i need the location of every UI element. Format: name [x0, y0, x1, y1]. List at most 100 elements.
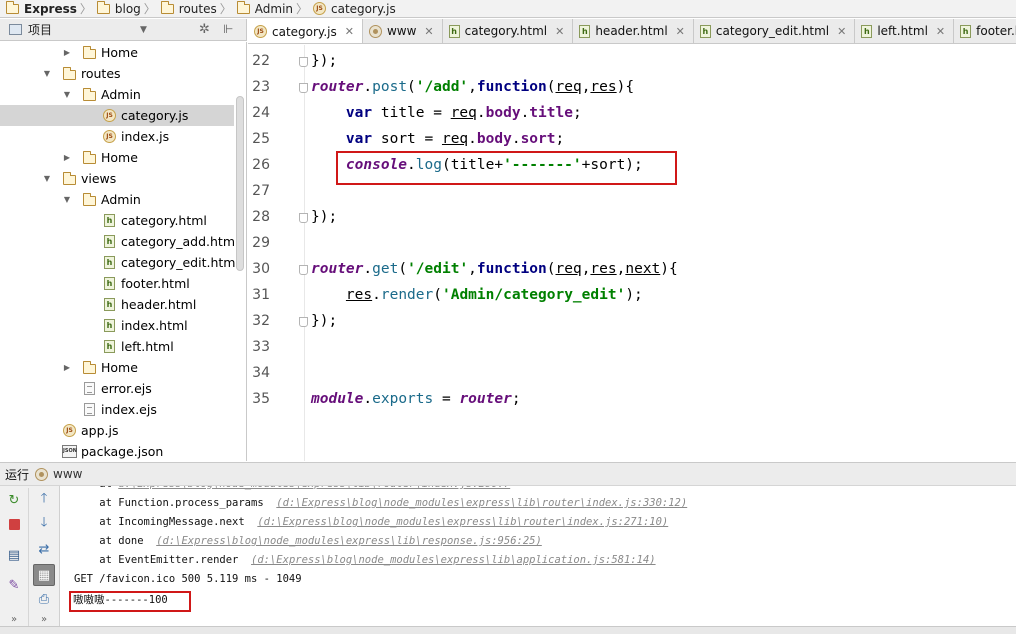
- node-file-icon: [368, 24, 382, 38]
- close-icon[interactable]: ✕: [837, 25, 846, 38]
- tree-item[interactable]: h category_add.html: [0, 231, 238, 252]
- tree-item[interactable]: ▶ Home: [0, 357, 234, 378]
- tree-item-selected[interactable]: JS category.js: [0, 105, 234, 126]
- breadcrumb-item-routes[interactable]: routes: [155, 0, 217, 17]
- console-file-link[interactable]: (d:\Express\blog\node_modules\express\li…: [156, 535, 542, 547]
- line-number: 29: [252, 235, 270, 251]
- close-icon[interactable]: ✕: [345, 25, 354, 38]
- tree-scrollbar[interactable]: [236, 96, 244, 271]
- code-line[interactable]: 31 res.render('Admin/category_edit');: [248, 283, 1016, 309]
- tab-category-edit-html[interactable]: h category_edit.html ✕: [694, 19, 856, 43]
- run-config[interactable]: www: [35, 467, 82, 481]
- tab-footer-html[interactable]: h footer.ht: [954, 19, 1016, 43]
- stop-icon[interactable]: [5, 515, 23, 533]
- tree-item[interactable]: h footer.html: [0, 273, 234, 294]
- code-line[interactable]: 29: [248, 231, 1016, 257]
- breadcrumb-label: blog: [114, 1, 141, 16]
- tree-item[interactable]: JS app.js: [0, 420, 234, 441]
- tree-item[interactable]: h left.html: [0, 336, 234, 357]
- run-panel-label: 运行: [5, 467, 30, 482]
- hide-panel-icon[interactable]: ⊩: [223, 22, 233, 36]
- expanded-arrow-icon[interactable]: ▼: [62, 84, 72, 105]
- tree-item[interactable]: h index.html: [0, 315, 234, 336]
- close-icon[interactable]: ✕: [936, 25, 945, 38]
- editor-tabs: JS category.js ✕ www ✕ h category.html ✕…: [248, 19, 1016, 44]
- project-panel-label[interactable]: 项目: [28, 21, 52, 38]
- code-line[interactable]: 34: [248, 361, 1016, 387]
- tree-item[interactable]: index.ejs: [0, 399, 234, 420]
- expanded-arrow-icon[interactable]: ▼: [62, 189, 72, 210]
- arrow-up-icon[interactable]: 🡑: [35, 491, 53, 509]
- fold-marker-icon[interactable]: [299, 83, 308, 93]
- tab-label: footer.ht: [976, 24, 1016, 38]
- breadcrumb-item-admin[interactable]: Admin: [231, 0, 293, 17]
- tab-www[interactable]: www ✕: [363, 19, 443, 43]
- tree-item[interactable]: h header.html: [0, 294, 234, 315]
- tree-item[interactable]: ▶ Home: [0, 147, 234, 168]
- code-line[interactable]: 30 router.get('/edit',function(req,res,ne…: [248, 257, 1016, 283]
- folder-icon: [236, 0, 250, 14]
- tree-item[interactable]: ▼ views: [0, 168, 234, 189]
- close-icon[interactable]: ✕: [676, 25, 685, 38]
- arrow-down-icon[interactable]: 🡓: [35, 515, 53, 533]
- tab-left-html[interactable]: h left.html ✕: [855, 19, 955, 43]
- code-line[interactable]: 24 var title = req.body.title;: [248, 101, 1016, 127]
- tab-category-html[interactable]: h category.html ✕: [443, 19, 574, 43]
- fold-marker-icon[interactable]: [299, 265, 308, 275]
- tree-item[interactable]: JSON package.json: [0, 441, 234, 461]
- console-output[interactable]: at d:\Express\blog\node_modules\express\…: [60, 486, 1016, 634]
- tree-item[interactable]: ▼ routes: [0, 63, 234, 84]
- tree-item[interactable]: h category_edit.html: [0, 252, 239, 273]
- tab-label: www: [386, 24, 417, 38]
- close-icon[interactable]: ✕: [555, 25, 564, 38]
- code-line[interactable]: 23 router.post('/add',function(req,res){: [248, 75, 1016, 101]
- ejs-file-icon: [84, 403, 95, 416]
- tree-item[interactable]: error.ejs: [0, 378, 234, 399]
- breadcrumb-item-blog[interactable]: blog: [91, 0, 141, 17]
- code-line[interactable]: 35 module.exports = router;: [248, 387, 1016, 413]
- code-editor[interactable]: 22}); 23 router.post('/add',function(req,r…: [248, 45, 1016, 461]
- tree-item[interactable]: ▼ Admin: [0, 84, 234, 105]
- line-number: 34: [252, 365, 270, 381]
- html-file-icon: h: [861, 24, 873, 38]
- tree-item-label: category.js: [121, 108, 189, 123]
- tree-item[interactable]: ▼ Admin: [0, 189, 234, 210]
- code-line[interactable]: 28});: [248, 205, 1016, 231]
- fold-marker-icon[interactable]: [299, 57, 308, 67]
- js-file-icon: JS: [63, 424, 76, 437]
- tree-item[interactable]: h category.html: [0, 210, 234, 231]
- collapsed-arrow-icon[interactable]: ▶: [62, 357, 72, 378]
- print-icon[interactable]: ⎙: [35, 590, 53, 608]
- console-file-link[interactable]: (d:\Express\blog\node_modules\express\li…: [276, 497, 687, 509]
- breadcrumb-item-express[interactable]: Express: [0, 0, 77, 17]
- code-text: });: [311, 53, 338, 69]
- code-line[interactable]: 32});: [248, 309, 1016, 335]
- breadcrumb-item-category-js[interactable]: JS category.js: [307, 0, 396, 17]
- soft-wrap-icon[interactable]: ⇄: [35, 540, 53, 558]
- gear-icon[interactable]: ✲: [199, 22, 210, 37]
- expanded-arrow-icon[interactable]: ▼: [42, 63, 52, 84]
- tab-category-js[interactable]: JS category.js ✕: [248, 19, 363, 43]
- console-file-link[interactable]: (d:\Express\blog\node_modules\express\li…: [251, 554, 656, 566]
- line-number: 24: [252, 105, 270, 121]
- rerun-icon[interactable]: ↻: [5, 491, 23, 509]
- tree-item[interactable]: ▶ Home: [0, 42, 234, 63]
- pin-icon[interactable]: ✎: [5, 576, 23, 594]
- close-icon[interactable]: ✕: [424, 25, 433, 38]
- code-line[interactable]: 33: [248, 335, 1016, 361]
- fold-marker-icon[interactable]: [299, 317, 308, 327]
- console-file-link[interactable]: (d:\Express\blog\node_modules\express\li…: [257, 516, 668, 528]
- chevron-down-icon[interactable]: ▼: [140, 25, 147, 35]
- tree-item[interactable]: JS index.js: [0, 126, 234, 147]
- scroll-to-end-icon[interactable]: ▦: [33, 564, 55, 586]
- tree-item-label: Home: [101, 360, 138, 375]
- expanded-arrow-icon[interactable]: ▼: [42, 168, 52, 189]
- code-line[interactable]: 25 var sort = req.body.sort;: [248, 127, 1016, 153]
- tab-header-html[interactable]: h header.html ✕: [573, 19, 694, 43]
- console-file-link[interactable]: d:\Express\blog\node_modules\express\lib…: [118, 486, 510, 490]
- code-line[interactable]: 22});: [248, 49, 1016, 75]
- collapsed-arrow-icon[interactable]: ▶: [62, 42, 72, 63]
- layout-icon[interactable]: ▤: [5, 546, 23, 564]
- fold-marker-icon[interactable]: [299, 213, 308, 223]
- collapsed-arrow-icon[interactable]: ▶: [62, 147, 72, 168]
